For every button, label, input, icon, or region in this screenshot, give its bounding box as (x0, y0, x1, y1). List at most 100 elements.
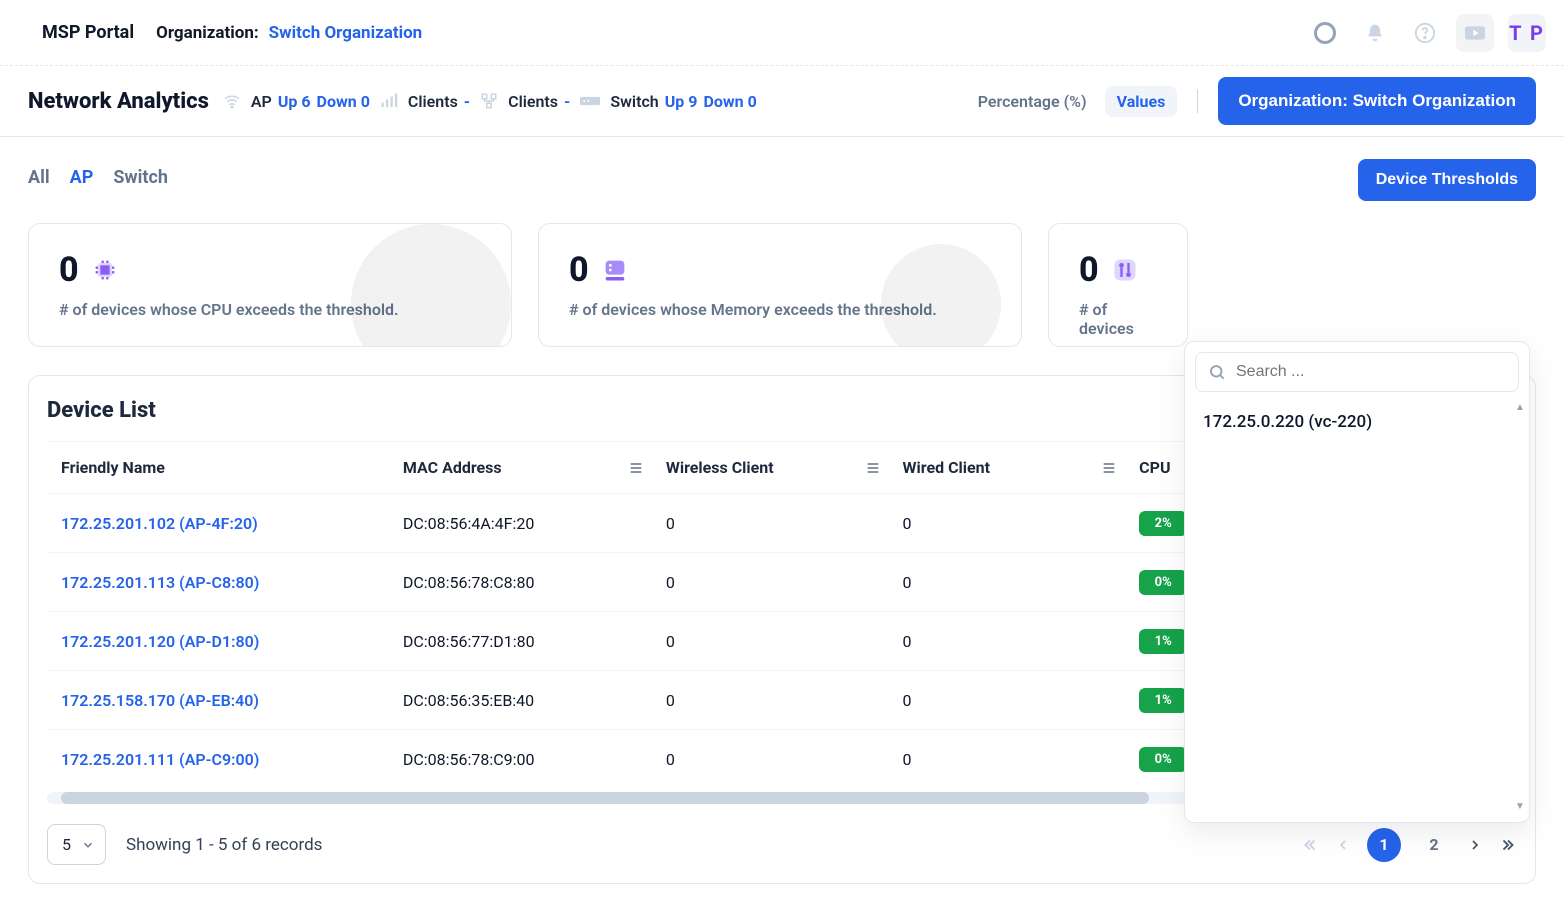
device-link[interactable]: 172.25.201.113 (AP-C8:80) (61, 573, 259, 592)
wireless-clients-label: Clients (408, 92, 458, 111)
cell-wired: 0 (889, 671, 1126, 730)
cell-name: 172.25.201.102 (AP-4F:20) (47, 494, 389, 553)
hamburger-icon[interactable] (865, 460, 881, 476)
tab-ap[interactable]: AP (70, 167, 94, 194)
help-button[interactable] (1406, 14, 1444, 52)
cpu-badge: 0% (1139, 570, 1187, 595)
last-page-button[interactable] (1499, 836, 1517, 854)
cell-wired: 0 (889, 494, 1126, 553)
page-size-select[interactable]: 5 (47, 824, 106, 865)
pagination: 1 2 (1301, 828, 1517, 862)
cell-mac: DC:08:56:78:C8:80 (389, 553, 652, 612)
view-toggle: Percentage (%) Values (978, 86, 1178, 117)
toggle-values[interactable]: Values (1105, 86, 1178, 117)
popover-scrollbar[interactable]: ▲ ▼ (1513, 402, 1525, 812)
cpu-icon (91, 256, 119, 284)
page-1-button[interactable]: 1 (1367, 828, 1401, 862)
status-bar: Network Analytics AP Up 6 Down 0 Clients… (0, 66, 1564, 137)
cell-wireless: 0 (652, 612, 889, 671)
main-content: All AP Switch Device Thresholds 172.25.0… (0, 137, 1564, 914)
search-popover: 172.25.0.220 (vc-220) ▲ ▼ (1184, 341, 1530, 823)
hamburger-icon[interactable] (628, 460, 644, 476)
video-icon (1465, 26, 1485, 40)
device-link[interactable]: 172.25.201.120 (AP-D1:80) (61, 632, 259, 651)
organization-button[interactable]: Organization: Switch Organization (1218, 77, 1536, 125)
cell-name: 172.25.201.113 (AP-C8:80) (47, 553, 389, 612)
bell-icon (1365, 23, 1385, 43)
search-icon (1314, 22, 1336, 44)
memory-icon (601, 256, 629, 284)
org-wrap: Organization: Switch Organization (156, 23, 422, 43)
popover-search-input[interactable] (1236, 363, 1506, 381)
cell-wired: 0 (889, 553, 1126, 612)
cell-wireless: 0 (652, 671, 889, 730)
switch-label: Switch (610, 92, 658, 111)
prev-page-button[interactable] (1335, 837, 1351, 853)
cpu-badge: 1% (1139, 629, 1187, 654)
ap-status: AP Up 6 Down 0 (251, 92, 370, 111)
user-avatar[interactable]: T P (1508, 14, 1546, 52)
ap-down-link[interactable]: Down 0 (317, 92, 370, 111)
first-page-button[interactable] (1301, 836, 1319, 854)
memory-card-value: 0 (569, 250, 589, 290)
wired-clients-status: Clients - (508, 92, 570, 111)
cell-wireless: 0 (652, 730, 889, 789)
col-wired[interactable]: Wired Client (889, 442, 1126, 494)
wired-clients-link[interactable]: - (564, 92, 570, 111)
toggle-percentage[interactable]: Percentage (%) (978, 92, 1087, 111)
video-button[interactable] (1456, 14, 1494, 52)
cell-wired: 0 (889, 730, 1126, 789)
stat-cards: 0 # of devices whose CPU exceeds the thr… (28, 223, 1536, 347)
scroll-up-icon: ▲ (1515, 402, 1525, 413)
notifications-button[interactable] (1356, 14, 1394, 52)
col-friendly-name[interactable]: Friendly Name (47, 442, 389, 494)
org-label: Organization: (156, 23, 259, 43)
tab-all[interactable]: All (28, 167, 50, 194)
popover-search-row[interactable] (1195, 352, 1519, 392)
wired-clients-label: Clients (508, 92, 558, 111)
wireless-clients-link[interactable]: - (464, 92, 470, 111)
cell-mac: DC:08:56:78:C9:00 (389, 730, 652, 789)
signal-icon (380, 92, 398, 110)
cell-mac: DC:08:56:77:D1:80 (389, 612, 652, 671)
cell-name: 172.25.201.120 (AP-D1:80) (47, 612, 389, 671)
third-card-desc: # of devices (1079, 300, 1157, 338)
scroll-down-icon: ▼ (1515, 801, 1525, 812)
cell-wireless: 0 (652, 553, 889, 612)
switch-status: Switch Up 9 Down 0 (610, 92, 756, 111)
device-link[interactable]: 172.25.158.170 (AP-EB:40) (61, 691, 259, 710)
third-threshold-card: 0 # of devices (1048, 223, 1188, 347)
memory-threshold-card: 0 # of devices whose Memory exceeds the … (538, 223, 1022, 347)
cpu-threshold-card: 0 # of devices whose CPU exceeds the thr… (28, 223, 512, 347)
hamburger-icon[interactable] (1101, 460, 1117, 476)
cpu-badge: 1% (1139, 688, 1187, 713)
search-button[interactable] (1306, 14, 1344, 52)
next-page-button[interactable] (1467, 837, 1483, 853)
cpu-card-value: 0 (59, 250, 79, 290)
page-2-button[interactable]: 2 (1417, 828, 1451, 862)
wireless-clients-status: Clients - (408, 92, 470, 111)
ap-label: AP (251, 92, 272, 111)
col-mac[interactable]: MAC Address (389, 442, 652, 494)
col-wireless[interactable]: Wireless Client (652, 442, 889, 494)
cell-mac: DC:08:56:4A:4F:20 (389, 494, 652, 553)
switch-organization-link[interactable]: Switch Organization (269, 23, 423, 43)
switch-icon (580, 94, 600, 108)
popover-option[interactable]: 172.25.0.220 (vc-220) (1195, 392, 1519, 812)
cell-name: 172.25.158.170 (AP-EB:40) (47, 671, 389, 730)
device-thresholds-button[interactable]: Device Thresholds (1358, 159, 1536, 201)
switch-down-link[interactable]: Down 0 (703, 92, 756, 111)
brand-title: MSP Portal (42, 22, 134, 43)
help-icon (1414, 22, 1436, 44)
tab-switch[interactable]: Switch (113, 167, 168, 194)
cell-wireless: 0 (652, 494, 889, 553)
divider (1197, 89, 1198, 113)
top-bar: MSP Portal Organization: Switch Organiza… (0, 0, 1564, 66)
ap-up-link[interactable]: Up 6 (278, 92, 311, 111)
sliders-icon (1111, 256, 1139, 284)
switch-up-link[interactable]: Up 9 (665, 92, 698, 111)
cell-mac: DC:08:56:35:EB:40 (389, 671, 652, 730)
device-link[interactable]: 172.25.201.111 (AP-C9:00) (61, 750, 259, 769)
device-link[interactable]: 172.25.201.102 (AP-4F:20) (61, 514, 258, 533)
wifi-icon (223, 92, 241, 110)
